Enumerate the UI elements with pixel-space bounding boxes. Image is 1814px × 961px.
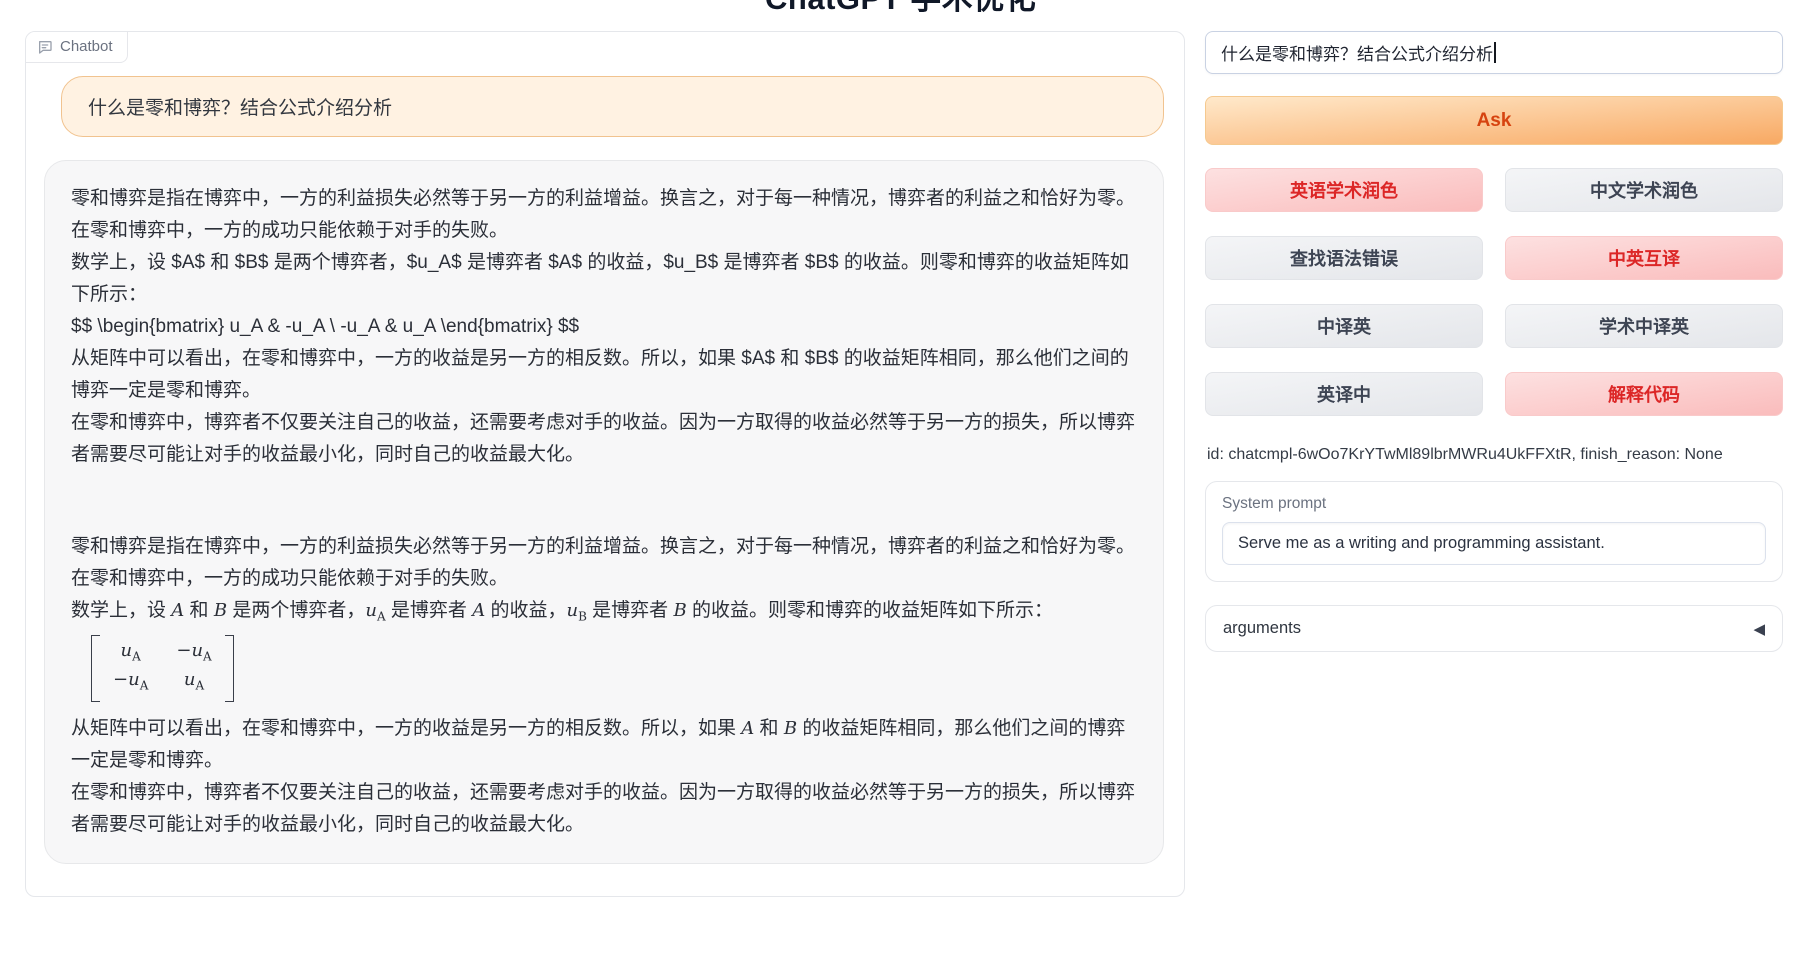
user-message-bubble: 什么是零和博弈？结合公式介绍分析 (61, 76, 1164, 137)
matrix-cell: −uA (113, 668, 148, 698)
matrix-right-bracket (225, 635, 234, 702)
chat-area: 什么是零和博弈？结合公式介绍分析 零和博弈是指在博弈中，一方的利益损失必然等于另… (26, 32, 1184, 864)
button-explain-code[interactable]: 解释代码 (1505, 372, 1783, 416)
accordion-collapse-icon: ◀ (1753, 620, 1765, 638)
button-en-to-zh[interactable]: 英译中 (1205, 372, 1483, 416)
system-prompt-input[interactable]: Serve me as a writing and programming as… (1222, 522, 1766, 565)
question-input-value: 什么是零和博弈？结合公式介绍分析 (1221, 40, 1493, 65)
function-button-grid: 英语学术润色 中文学术润色 查找语法错误 中英互译 中译英 学术中译英 英译中 … (1205, 168, 1783, 416)
bot-message-rendered-p2: 数学上，设 A 和 B 是两个博弈者，uA 是博弈者 A 的收益，uB 是博弈者… (71, 595, 1137, 633)
arguments-accordion-label: arguments (1223, 619, 1301, 638)
chatbot-label: Chatbot (26, 32, 128, 63)
button-english-academic-polish[interactable]: 英语学术润色 (1205, 168, 1483, 212)
button-zh-en-mutual-translate[interactable]: 中英互译 (1505, 236, 1783, 280)
payoff-matrix: uA −uA −uA uA (71, 633, 1137, 713)
response-status-line: id: chatcmpl-6wOo7KrYTwMl89lbrMWRu4UkFFX… (1205, 446, 1783, 464)
button-academic-zh-to-en[interactable]: 学术中译英 (1505, 304, 1783, 348)
matrix-cell: uA (176, 668, 211, 698)
button-find-grammar-errors[interactable]: 查找语法错误 (1205, 236, 1483, 280)
bot-message-rendered-p4: 在零和博弈中，博弈者不仅要关注自己的收益，还需要考虑对手的收益。因为一方取得的收… (71, 777, 1137, 841)
bot-message-rendered-p3: 从矩阵中可以看出，在零和博弈中，一方的收益是另一方的相反数。所以，如果 A 和 … (71, 713, 1137, 777)
matrix-cell: uA (113, 639, 148, 669)
bot-message-bubble: 零和博弈是指在博弈中，一方的利益损失必然等于另一方的利益增益。换言之，对于每一种… (44, 160, 1164, 864)
control-panel: 什么是零和博弈？结合公式介绍分析 Ask 英语学术润色 中文学术润色 查找语法错… (1205, 31, 1783, 652)
text-cursor (1494, 42, 1496, 63)
arguments-accordion[interactable]: arguments ◀ (1205, 605, 1783, 652)
bot-message-rendered-p1: 零和博弈是指在博弈中，一方的利益损失必然等于另一方的利益增益。换言之，对于每一种… (71, 531, 1137, 595)
question-input[interactable]: 什么是零和博弈？结合公式介绍分析 (1205, 31, 1783, 74)
matrix-cell: −uA (176, 639, 211, 669)
message-gap (71, 471, 1137, 531)
button-chinese-academic-polish[interactable]: 中文学术润色 (1505, 168, 1783, 212)
matrix-left-bracket (91, 635, 100, 702)
chatbot-panel: Chatbot 什么是零和博弈？结合公式介绍分析 零和博弈是指在博弈中，一方的利… (25, 31, 1185, 897)
ask-button[interactable]: Ask (1205, 96, 1783, 145)
speech-bubble-icon (37, 39, 53, 55)
system-prompt-box: System prompt Serve me as a writing and … (1205, 481, 1783, 582)
bot-message-raw: 零和博弈是指在博弈中，一方的利益损失必然等于另一方的利益增益。换言之，对于每一种… (71, 183, 1137, 471)
button-zh-to-en[interactable]: 中译英 (1205, 304, 1483, 348)
chatbot-label-text: Chatbot (60, 38, 113, 55)
system-prompt-label: System prompt (1222, 495, 1766, 513)
page-title: ChatGPT 学术优化 (765, 0, 1036, 18)
